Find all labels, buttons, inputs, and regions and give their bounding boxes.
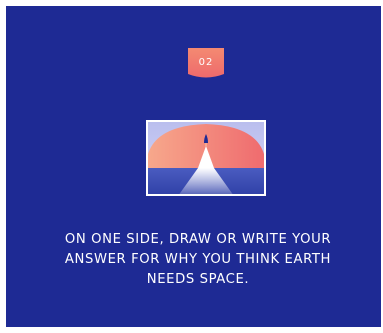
instruction-text: ON ONE SIDE, DRAW OR WRITE YOUR ANSWER F…: [64, 232, 332, 287]
activity-card: 02 ON ONE SIDE, DRAW OR WRITE YOUR ANSWE…: [6, 6, 381, 327]
step-badge: 02: [188, 48, 224, 80]
rocket-launch-icon: [146, 120, 266, 196]
step-number: 02: [198, 57, 214, 68]
rocket-launch-illustration: [146, 120, 266, 196]
